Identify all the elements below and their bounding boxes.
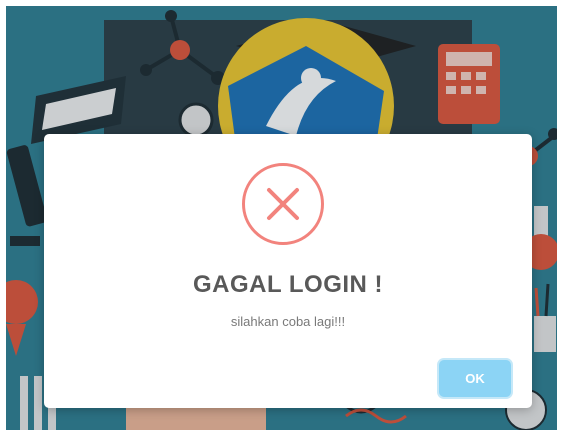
login-background: GAGAL LOGIN ! silahkan coba lagi!!! OK xyxy=(6,6,557,430)
error-x-icon xyxy=(242,163,324,245)
error-dialog: GAGAL LOGIN ! silahkan coba lagi!!! OK xyxy=(44,134,532,408)
dialog-title: GAGAL LOGIN ! xyxy=(192,271,384,298)
ok-button[interactable]: OK xyxy=(439,360,511,397)
dialog-message: silahkan coba lagi!!! xyxy=(230,314,346,329)
